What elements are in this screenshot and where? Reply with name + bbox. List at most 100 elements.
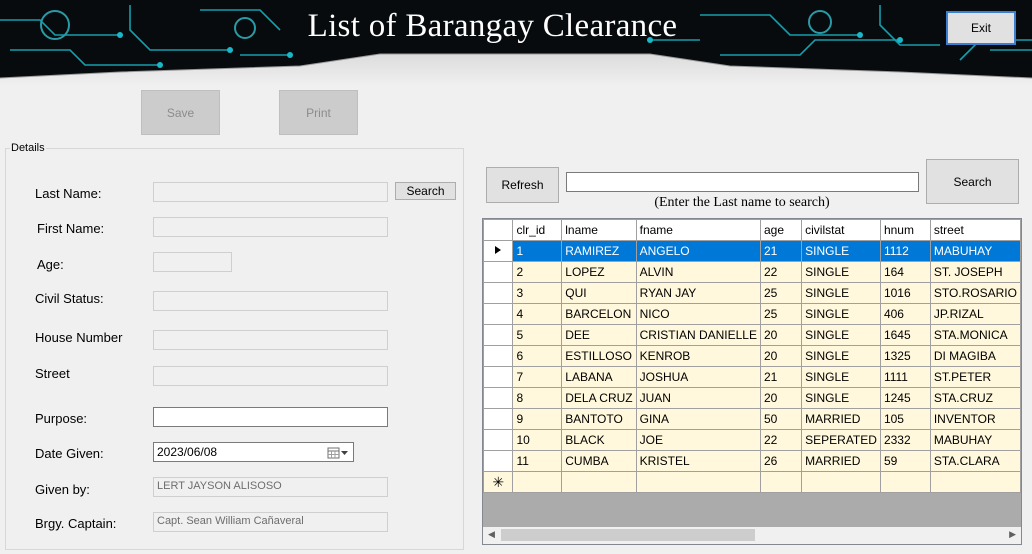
table-row[interactable]: 6 ESTILLOSO KENROB 20 SINGLE 1325 DI MAGIBA — [483, 345, 1021, 367]
column-header-lname[interactable]: lname — [561, 219, 637, 241]
new-cell-lname[interactable] — [561, 471, 637, 493]
cell-street[interactable]: STA.MONICA — [929, 324, 1021, 346]
cell-lname[interactable]: LOPEZ — [561, 261, 637, 283]
given-by-field[interactable]: LERT JAYSON ALISOSO — [153, 477, 388, 497]
cell-lname[interactable]: BLACK — [561, 429, 637, 451]
cell-age[interactable]: 25 — [759, 303, 803, 325]
row-header[interactable] — [483, 345, 514, 367]
cell-age[interactable]: 22 — [759, 429, 803, 451]
new-cell-hnum[interactable] — [879, 471, 931, 493]
cell-hnum[interactable]: 1016 — [879, 282, 931, 304]
house-number-field[interactable] — [153, 330, 388, 350]
cell-clr_id[interactable]: 5 — [512, 324, 563, 346]
cell-fname[interactable]: JOE — [635, 429, 762, 451]
cell-lname[interactable]: BANTOTO — [561, 408, 637, 430]
last-name-field[interactable] — [153, 182, 388, 202]
cell-fname[interactable]: ALVIN — [635, 261, 762, 283]
cell-hnum[interactable]: 1645 — [879, 324, 931, 346]
cell-age[interactable]: 20 — [759, 324, 803, 346]
cell-fname[interactable]: NICO — [635, 303, 762, 325]
new-row[interactable]: ✳ — [483, 471, 1021, 493]
row-header[interactable] — [483, 408, 514, 430]
cell-hnum[interactable]: 2332 — [879, 429, 931, 451]
refresh-button[interactable]: Refresh — [486, 167, 559, 203]
row-header[interactable] — [483, 429, 514, 451]
cell-fname[interactable]: RYAN JAY — [635, 282, 762, 304]
cell-street[interactable]: JP.RIZAL — [929, 303, 1021, 325]
new-cell-clr_id[interactable] — [512, 471, 563, 493]
column-header-hnum[interactable]: hnum — [879, 219, 931, 241]
scroll-right-icon[interactable]: ▶ — [1009, 529, 1016, 540]
details-search-button[interactable]: Search — [395, 182, 456, 200]
cell-street[interactable]: STA.CRUZ — [929, 387, 1021, 409]
cell-fname[interactable]: JUAN — [635, 387, 762, 409]
cell-lname[interactable]: ESTILLOSO — [561, 345, 637, 367]
row-header[interactable] — [483, 324, 514, 346]
first-name-field[interactable] — [153, 217, 388, 237]
print-button[interactable]: Print — [279, 90, 358, 135]
row-header[interactable] — [483, 366, 514, 388]
cell-clr_id[interactable]: 4 — [512, 303, 563, 325]
cell-civilstat[interactable]: SINGLE — [801, 345, 881, 367]
cell-age[interactable]: 21 — [759, 366, 803, 388]
table-row[interactable]: 3 QUI RYAN JAY 25 SINGLE 1016 STO.ROSARIO — [483, 282, 1021, 304]
row-header[interactable] — [483, 387, 514, 409]
cell-street[interactable]: MABUHAY — [929, 240, 1021, 262]
row-header[interactable] — [483, 240, 514, 262]
cell-civilstat[interactable]: SINGLE — [801, 240, 881, 262]
cell-fname[interactable]: JOSHUA — [635, 366, 762, 388]
scroll-thumb[interactable] — [501, 529, 755, 541]
table-row[interactable]: 10 BLACK JOE 22 SEPERATED 2332 MABUHAY — [483, 429, 1021, 451]
row-header[interactable]: ✳ — [483, 471, 514, 493]
cell-clr_id[interactable]: 3 — [512, 282, 563, 304]
table-row[interactable]: 2 LOPEZ ALVIN 22 SINGLE 164 ST. JOSEPH — [483, 261, 1021, 283]
cell-hnum[interactable]: 59 — [879, 450, 931, 472]
cell-clr_id[interactable]: 2 — [512, 261, 563, 283]
cell-lname[interactable]: QUI — [561, 282, 637, 304]
column-header-civilstat[interactable]: civilstat — [801, 219, 881, 241]
table-row[interactable]: 11 CUMBA KRISTEL 26 MARRIED 59 STA.CLARA — [483, 450, 1021, 472]
new-cell-age[interactable] — [759, 471, 803, 493]
column-header-street[interactable]: street — [929, 219, 1021, 241]
cell-age[interactable]: 22 — [759, 261, 803, 283]
cell-clr_id[interactable]: 7 — [512, 366, 563, 388]
civil-status-field[interactable] — [153, 291, 388, 311]
cell-street[interactable]: STO.ROSARIO — [929, 282, 1021, 304]
cell-street[interactable]: INVENTOR — [929, 408, 1021, 430]
cell-hnum[interactable]: 1112 — [879, 240, 931, 262]
cell-civilstat[interactable]: SINGLE — [801, 324, 881, 346]
cell-age[interactable]: 25 — [759, 282, 803, 304]
table-row[interactable]: 9 BANTOTO GINA 50 MARRIED 105 INVENTOR — [483, 408, 1021, 430]
cell-civilstat[interactable]: SINGLE — [801, 303, 881, 325]
cell-fname[interactable]: ANGELO — [635, 240, 762, 262]
cell-lname[interactable]: CUMBA — [561, 450, 637, 472]
cell-hnum[interactable]: 1325 — [879, 345, 931, 367]
cell-hnum[interactable]: 406 — [879, 303, 931, 325]
cell-street[interactable]: STA.CLARA — [929, 450, 1021, 472]
row-header[interactable] — [483, 282, 514, 304]
exit-button[interactable]: Exit — [946, 11, 1016, 45]
scroll-left-icon[interactable]: ◀ — [488, 529, 495, 540]
brgy-captain-field[interactable]: Capt. Sean William Cañaveral — [153, 512, 388, 532]
cell-street[interactable]: DI MAGIBA — [929, 345, 1021, 367]
cell-lname[interactable]: DEE — [561, 324, 637, 346]
cell-clr_id[interactable]: 8 — [512, 387, 563, 409]
street-field[interactable] — [153, 366, 388, 386]
clearance-grid[interactable]: clr_id lname fname age civilstat hnum street 1… — [482, 218, 1022, 545]
age-field[interactable] — [153, 252, 232, 272]
grid-search-input[interactable] — [566, 172, 919, 192]
cell-civilstat[interactable]: SEPERATED — [801, 429, 881, 451]
cell-clr_id[interactable]: 6 — [512, 345, 563, 367]
row-header[interactable] — [483, 450, 514, 472]
cell-clr_id[interactable]: 10 — [512, 429, 563, 451]
table-row[interactable]: 4 BARCELON NICO 25 SINGLE 406 JP.RIZAL — [483, 303, 1021, 325]
cell-clr_id[interactable]: 11 — [512, 450, 563, 472]
table-row[interactable]: 1 RAMIREZ ANGELO 21 SINGLE 1112 MABUHAY — [483, 240, 1021, 262]
cell-civilstat[interactable]: SINGLE — [801, 261, 881, 283]
cell-hnum[interactable]: 105 — [879, 408, 931, 430]
cell-hnum[interactable]: 164 — [879, 261, 931, 283]
cell-civilstat[interactable]: MARRIED — [801, 408, 881, 430]
row-header[interactable] — [483, 261, 514, 283]
cell-street[interactable]: ST.PETER — [929, 366, 1021, 388]
cell-civilstat[interactable]: SINGLE — [801, 366, 881, 388]
